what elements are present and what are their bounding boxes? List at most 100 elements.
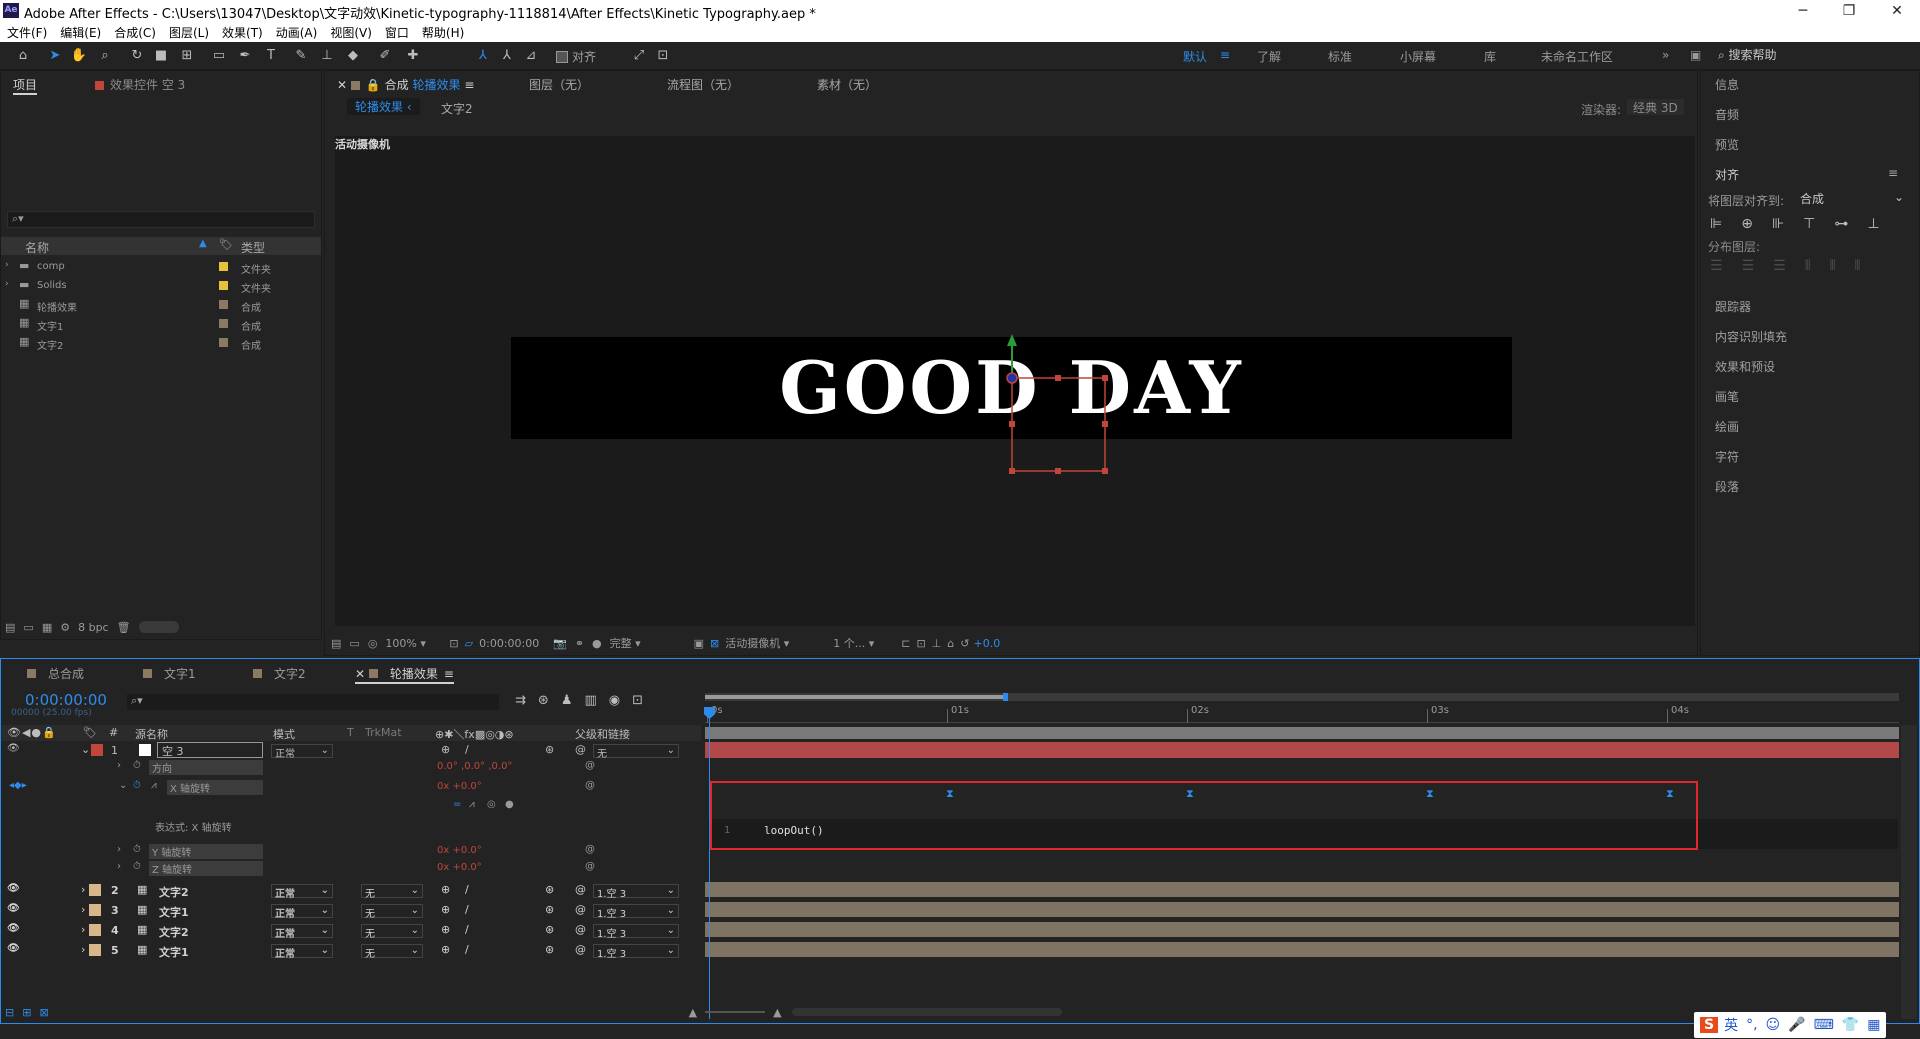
close-tab-icon[interactable]: ✕ — [337, 78, 351, 92]
panel-brushes[interactable]: 画笔 — [1715, 388, 1739, 405]
punctuation-icon[interactable]: °, — [1746, 1017, 1757, 1033]
panel-effects-presets[interactable]: 效果和预设 — [1715, 358, 1775, 375]
pickwhip-icon[interactable]: @ — [575, 923, 586, 936]
parent-select[interactable]: 1.空 3 ⌄ — [593, 904, 679, 920]
align-bottom-icon[interactable]: ⊥ — [1867, 216, 1898, 232]
workspace-menu-icon[interactable]: ≡ — [1220, 48, 1230, 62]
pickwhip-icon[interactable]: @ — [585, 760, 595, 771]
col-name[interactable]: 名称 — [25, 239, 49, 256]
panel-paragraph[interactable]: 段落 — [1715, 478, 1739, 495]
switch-shy-icon[interactable]: ⊕ — [441, 903, 450, 916]
eraser-tool-icon[interactable]: ◆ — [344, 48, 362, 64]
pen-tool-icon[interactable]: ✒ — [236, 48, 254, 64]
panel-preview[interactable]: 预览 — [1715, 136, 1739, 153]
project-settings-icon[interactable]: ⚙ — [60, 621, 70, 634]
current-time-indicator[interactable] — [709, 707, 710, 1019]
pickwhip-icon[interactable]: @ — [585, 780, 595, 791]
pickwhip-icon[interactable]: @ — [585, 861, 595, 872]
ime-menu-icon[interactable]: ▦ — [1867, 1017, 1880, 1033]
renderer-button[interactable]: 经典 3D — [1627, 99, 1684, 115]
motion-blur-icon[interactable]: ◉ — [609, 693, 632, 708]
expand-layer-icon[interactable]: › — [81, 903, 85, 916]
toggle-pixel-aspect-icon[interactable]: ⊏ — [901, 637, 910, 650]
y-axis-arrowhead-icon[interactable] — [1007, 334, 1017, 346]
region-of-interest-icon[interactable]: ▱ — [465, 637, 473, 650]
layer-name[interactable]: 文字1 — [159, 944, 189, 960]
stopwatch-icon[interactable]: ⏱ — [133, 760, 141, 771]
tab-flowchart[interactable]: 流程图（无） — [667, 76, 739, 93]
pickwhip-icon[interactable]: @ — [575, 943, 586, 956]
help-search[interactable]: ⌕ 搜索帮助 — [1718, 46, 1918, 64]
reset-exposure-icon[interactable]: ↺ — [960, 637, 969, 650]
menu-animation[interactable]: 动画(A) — [269, 22, 324, 41]
workspace-small-screen[interactable]: 小屏幕 — [1400, 48, 1436, 65]
tab-footage[interactable]: 素材（无） — [817, 76, 877, 93]
help-search-input[interactable]: 搜索帮助 — [1729, 48, 1777, 62]
tab-layer[interactable]: 图层（无） — [529, 76, 589, 93]
camera-tool-icon[interactable]: ■ — [152, 48, 170, 64]
keyboard-icon[interactable]: ⌨ — [1814, 1017, 1834, 1033]
thumbnail-slider[interactable] — [138, 621, 179, 633]
microphone-icon[interactable]: 🎤 — [1788, 1017, 1805, 1033]
fit-icon[interactable]: ⊡ — [916, 637, 925, 650]
tab-4[interactable]: ✕ 轮播效果 ≡ — [355, 665, 454, 684]
graph-icon[interactable]: ⩘ — [151, 780, 157, 791]
workspace-more-button[interactable]: » — [1662, 48, 1669, 62]
switch-shy-icon[interactable]: ⊕ — [441, 923, 450, 936]
pickwhip-icon[interactable]: @ — [575, 903, 586, 916]
col-mode[interactable]: 模式 — [273, 726, 295, 742]
exposure-value[interactable]: +0.0 — [974, 637, 1001, 650]
layer-row[interactable]: 👁 › 4 ▦ 文字2 正常 ⌄ 无 ⌄ ⊕ / ⊛ @1.空 3 ⌄ — [1, 922, 701, 940]
panel-info[interactable]: 信息 — [1715, 76, 1739, 93]
view-axis-icon[interactable]: ⊿ — [522, 48, 540, 64]
new-folder-icon[interactable]: ▭ — [23, 621, 33, 634]
expand-layer-icon[interactable]: › — [81, 923, 85, 936]
expand-arrow-icon[interactable]: › — [5, 260, 9, 270]
parent-select[interactable]: 1.空 3 ⌄ — [593, 944, 679, 960]
keyframe-icon[interactable]: ⧗ — [1666, 787, 1674, 801]
sogou-logo-icon[interactable]: S — [1700, 1017, 1719, 1033]
draft-3d-icon[interactable]: ⊛ — [538, 693, 561, 708]
null-layer-gizmo[interactable] — [335, 136, 1695, 626]
property-value[interactable]: 0x +0.0° — [437, 781, 482, 792]
align-to-select[interactable]: 合成 ⌄ — [1800, 190, 1904, 207]
sort-ascending-icon[interactable]: ▲ — [199, 238, 207, 249]
trkmat-select[interactable]: 无 ⌄ — [361, 924, 423, 940]
3d-layer-icon[interactable]: ⊛ — [545, 943, 554, 956]
align-vcenter-icon[interactable]: ⊶ — [1834, 216, 1867, 232]
expression-pickwhip-icon[interactable]: ◎ — [487, 799, 496, 810]
type-tool-icon[interactable]: T — [262, 48, 280, 64]
project-item[interactable]: ▦ 文字1 合成 — [1, 315, 319, 334]
time-ruler[interactable]: 0s 01s 02s 03s 04s — [705, 705, 1899, 723]
trkmat-select[interactable]: 无 ⌄ — [361, 884, 423, 900]
layer-bar-null[interactable] — [705, 742, 1899, 758]
label-color-swatch[interactable] — [219, 319, 228, 328]
network-icon[interactable]: ⌂ — [947, 637, 954, 650]
property-value[interactable]: 0x +0.0° — [437, 862, 482, 873]
menu-help[interactable]: 帮助(H) — [415, 22, 470, 41]
switch-quality-icon[interactable]: / — [465, 943, 469, 956]
3d-layer-icon[interactable]: ⊛ — [545, 903, 554, 916]
pickwhip-icon[interactable]: @ — [575, 743, 586, 756]
expand-arrow-icon[interactable]: › — [117, 861, 121, 872]
handle-br[interactable] — [1102, 468, 1108, 474]
col-trkmat[interactable]: TrkMat — [365, 726, 402, 739]
trash-icon[interactable]: 🗑 — [117, 621, 131, 634]
align-hcenter-icon[interactable]: ⊕ — [1741, 216, 1772, 232]
panel-align[interactable]: 对齐 — [1715, 166, 1739, 183]
label-color-icon[interactable] — [89, 924, 101, 936]
tab-effect-controls[interactable]: 效果控件 空 3 — [95, 76, 185, 93]
lock-icon[interactable]: 🔒 — [366, 78, 385, 92]
eye-icon[interactable]: 👁 — [7, 943, 20, 954]
mask-visibility-icon[interactable]: ◎ — [368, 637, 378, 650]
anchor-point[interactable] — [1006, 372, 1018, 384]
color-channels-icon[interactable]: ● — [592, 637, 602, 650]
layer-bar-4[interactable] — [705, 922, 1899, 937]
workspace-library[interactable]: 库 — [1484, 48, 1496, 65]
keyframe-nav-icon[interactable]: ◂◆▸ — [9, 780, 27, 791]
timeline-timecode[interactable]: 0:00:00:00 — [25, 691, 107, 709]
property-value[interactable]: 0.0° ,0.0° ,0.0° — [437, 761, 512, 772]
breadcrumb-next[interactable]: 文字2 — [441, 100, 473, 117]
work-area-track[interactable] — [705, 727, 1899, 739]
ime-language[interactable]: 英 — [1724, 1015, 1738, 1035]
